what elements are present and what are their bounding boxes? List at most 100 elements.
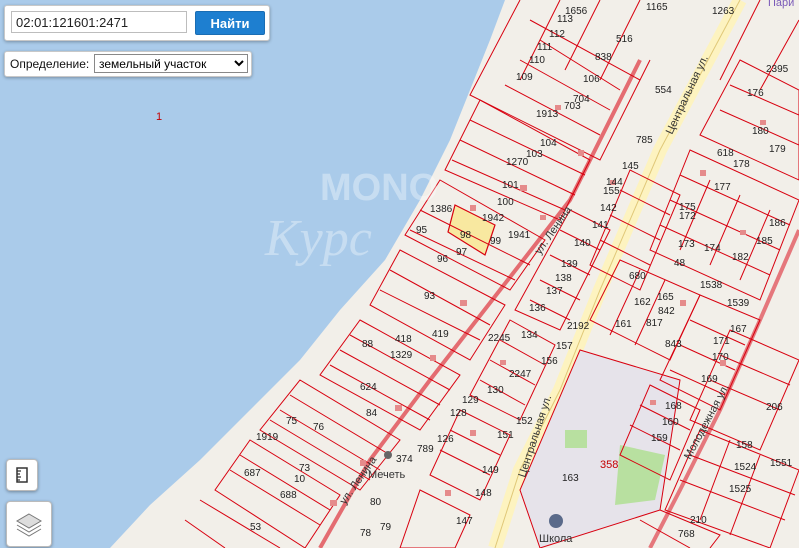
parcel-number: 516 [616,34,633,45]
water-parcel-label: 1 [156,111,162,123]
parcel-number: 1942 [482,213,505,224]
parcel-number: 101 [502,180,519,191]
parcel-number: 1941 [508,230,531,241]
parcel-number: 174 [704,243,721,254]
poi-mosque: Мечеть [368,469,406,481]
search-button[interactable]: Найти [195,11,265,35]
parcel-number: 165 [657,292,674,303]
parcel-number: 138 [555,273,572,284]
parcel-number: 76 [313,422,325,433]
cadastral-map[interactable]: 1 MONO Kypc Центральная ул. Центральная … [0,0,799,548]
parcel-number: 2192 [567,321,590,332]
parcel-number: 179 [769,144,786,155]
parcel-number: 173 [678,239,695,250]
parcel-number: 148 [475,488,492,499]
parcel-number: 177 [714,182,731,193]
ruler-button[interactable] [6,459,38,491]
parcel-number: 2245 [488,333,511,344]
parcel-number: 103 [526,149,543,160]
parcel-number: 110 [529,55,545,66]
parcel-number: 2395 [766,64,789,75]
parcel-number: 1524 [734,462,757,473]
parcel-number: 96 [437,254,449,265]
parcel-number: 180 [752,126,769,137]
parcel-number: 171 [713,336,730,347]
parcel-number: 109 [516,72,533,83]
parcel-number: 160 [662,417,679,428]
parcel-number: 167 [730,324,747,335]
parcel-number: 419 [432,329,449,340]
parcel-number: 126 [437,434,454,445]
parcel-number: 134 [521,330,538,341]
parcel-number: 80 [370,497,382,508]
parcel-number: 79 [380,522,392,533]
parcel-number: 1919 [256,432,279,443]
parcel-number: 20 [0,0,12,3]
parcel-number: 106 [583,74,600,85]
parcel-number: 53 [250,522,262,533]
parcel-number: 1329 [390,350,413,361]
zone-label: 358 [600,459,618,471]
parcel-number: 817 [646,318,663,329]
parcel-number: 161 [615,319,632,330]
parcel-number: 104 [540,138,557,149]
definition-panel: Определение: земельный участок [4,51,252,77]
parcel-number: 97 [456,247,468,258]
parcel-number: 129 [462,395,479,406]
parcel-number: 162 [634,297,651,308]
parcel-number: 130 [487,385,504,396]
parcel-number: 139 [561,259,578,270]
layers-icon [16,513,42,537]
parcel-number: 838 [595,52,612,63]
layers-button[interactable] [6,501,52,547]
parcel-number: 145 [622,161,639,172]
parcel-number: 159 [651,433,668,444]
parcel-number: 163 [562,473,579,484]
parcel-number: 136 [529,303,546,314]
parcel-number: 75 [286,416,298,427]
parcel-number: 99 [490,236,502,247]
parcel-number: 618 [717,148,734,159]
parcel-number: 789 [417,444,434,455]
mosque-icon [384,451,392,459]
parcel-number: 142 [600,203,617,214]
parcel-number: 73 [299,463,311,474]
parcel-number: 113 [557,14,573,25]
parcel-number: 178 [733,159,750,170]
parcel-number: 151 [497,430,514,441]
definition-select[interactable]: земельный участок [94,54,248,73]
parcel-number: 624 [360,382,377,393]
parcel-number: 48 [674,258,686,269]
parcel-number: 140 [574,238,591,249]
top-right-label: Пари [768,0,794,9]
parcel-number: 418 [395,334,412,345]
parcel-number: 152 [516,416,533,427]
parcel-number: 185 [756,236,773,247]
parcel-number: 112 [549,29,565,40]
parcel-number: 141 [592,220,609,231]
parcel-number: 111 [537,42,553,53]
parcel-number: 128 [450,408,467,419]
parcel-number: 1263 [712,6,735,17]
parcel-number: 88 [362,339,374,350]
definition-label: Определение: [10,57,90,71]
parcel-number: 170 [712,352,729,363]
parcel-number: 1165 [646,2,668,13]
search-input[interactable] [11,11,187,33]
school-icon [549,514,563,528]
ruler-icon [16,467,28,483]
parcel-number: 680 [629,271,646,282]
parcel-number: 1270 [506,157,529,168]
parcel-number: 158 [736,440,753,451]
poi-school: Школа [539,533,573,545]
parcel-number: 2247 [509,369,532,380]
parcel-number: 186 [769,218,786,229]
parcel-number: 182 [732,252,749,263]
parcel-number: 144 [606,177,623,188]
parcel-number: 206 [766,402,783,413]
parcel-number: 10 [294,474,306,485]
parcel-number: 100 [497,197,514,208]
watermark: MONO [320,167,438,209]
parcel-number: 137 [546,286,563,297]
parcel-number: 374 [396,454,413,465]
